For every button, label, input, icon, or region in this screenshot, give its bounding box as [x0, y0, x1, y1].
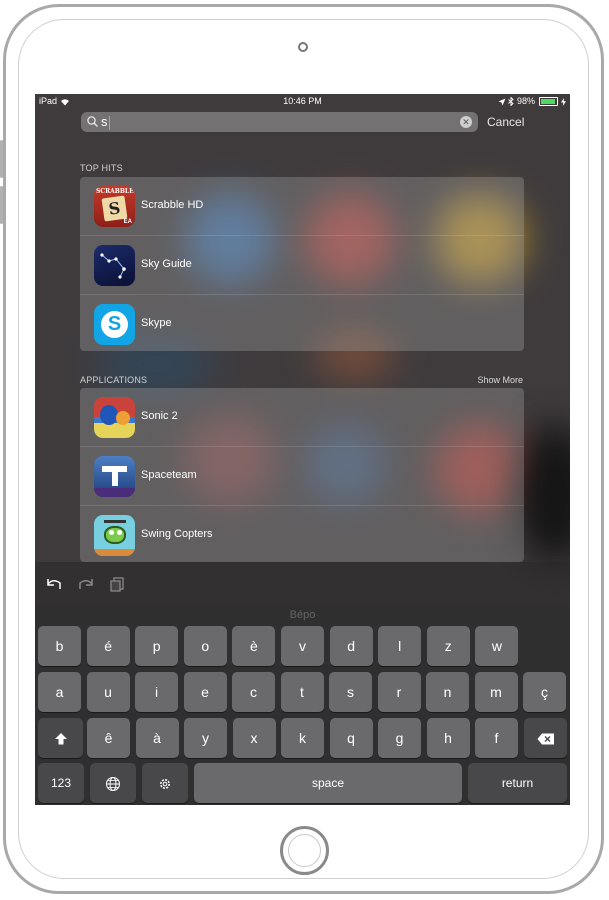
- letter-key[interactable]: s: [329, 672, 372, 712]
- result-label: Sonic 2: [141, 410, 178, 422]
- letter-key[interactable]: w: [475, 626, 519, 666]
- space-key[interactable]: space: [194, 763, 462, 803]
- letter-key[interactable]: l: [378, 626, 422, 666]
- search-input[interactable]: s: [101, 113, 441, 131]
- letter-key[interactable]: ê: [87, 718, 130, 758]
- letter-key[interactable]: e: [183, 672, 227, 712]
- letter-key[interactable]: f: [475, 718, 518, 758]
- shift-key[interactable]: [38, 718, 83, 758]
- letter-key[interactable]: x: [232, 718, 276, 758]
- screen: iPad 10:46 PM 98% s ✕ Cancel TOP HITS SC…: [35, 94, 570, 805]
- list-item[interactable]: Sonic 2: [80, 388, 524, 447]
- letter-key[interactable]: t: [280, 672, 324, 712]
- result-label: Sky Guide: [141, 258, 192, 270]
- list-item[interactable]: Swing Copters: [80, 506, 524, 562]
- letter-key[interactable]: y: [184, 718, 227, 758]
- search-field[interactable]: s ✕: [81, 112, 478, 132]
- spaceteam-app-icon: [94, 456, 135, 497]
- status-right: 98%: [498, 96, 566, 107]
- sky-guide-app-icon: [94, 245, 135, 286]
- result-label: Spaceteam: [141, 469, 197, 481]
- numbers-key[interactable]: 123: [38, 763, 84, 803]
- clear-icon[interactable]: ✕: [460, 116, 472, 128]
- redo-icon[interactable]: [77, 576, 95, 592]
- scrabble-app-icon: SCRABBLE S EA: [94, 186, 135, 227]
- letter-key[interactable]: h: [426, 718, 470, 758]
- result-label: Scrabble HD: [141, 199, 204, 211]
- paste-icon[interactable]: [109, 576, 127, 592]
- battery-icon: [539, 97, 559, 107]
- letter-key[interactable]: o: [183, 626, 227, 666]
- skype-app-icon: S: [94, 304, 135, 345]
- top-hits-header: TOP HITS: [80, 163, 123, 173]
- letter-key[interactable]: v: [281, 626, 324, 666]
- result-label: Swing Copters: [141, 528, 213, 540]
- letter-key[interactable]: u: [86, 672, 130, 712]
- search-icon: [87, 116, 98, 127]
- bluetooth-icon: [508, 96, 515, 107]
- show-more-link[interactable]: Show More: [477, 375, 523, 385]
- search-query: s: [101, 114, 108, 129]
- gear-icon: [160, 778, 170, 789]
- letter-key[interactable]: é: [86, 626, 130, 666]
- applications-header: APPLICATIONS: [80, 375, 148, 385]
- letter-key[interactable]: d: [329, 626, 373, 666]
- top-hits-list: SCRABBLE S EA Scrabble HD Sky Guide S Sk…: [80, 177, 524, 351]
- text-caret: [108, 115, 110, 130]
- result-label: Skype: [141, 317, 172, 329]
- letter-key[interactable]: c: [232, 672, 275, 712]
- backspace-key[interactable]: [524, 718, 567, 758]
- cancel-button[interactable]: Cancel: [487, 115, 524, 129]
- front-camera: [298, 42, 308, 52]
- sonic-app-icon: [94, 397, 135, 438]
- letter-key[interactable]: g: [378, 718, 421, 758]
- letter-key[interactable]: b: [38, 626, 81, 666]
- home-button[interactable]: [280, 826, 329, 875]
- settings-key[interactable]: [142, 763, 188, 803]
- location-arrow-icon: [498, 98, 506, 106]
- battery-percent: 98%: [516, 96, 535, 106]
- volume-button: [0, 140, 3, 178]
- letter-key[interactable]: a: [38, 672, 81, 712]
- letter-key[interactable]: à: [135, 718, 179, 758]
- keyboard-shortcut-bar: [35, 562, 570, 606]
- globe-key[interactable]: [90, 763, 136, 803]
- list-item[interactable]: Sky Guide: [80, 236, 524, 295]
- status-time: 10:46 PM: [283, 96, 322, 106]
- list-item[interactable]: SCRABBLE S EA Scrabble HD: [80, 177, 524, 236]
- status-bar: iPad 10:46 PM 98%: [35, 94, 570, 109]
- volume-button: [0, 186, 3, 224]
- applications-list: Sonic 2 Spaceteam Swing Copters: [80, 388, 524, 562]
- letter-key[interactable]: è: [232, 626, 276, 666]
- globe-icon: [106, 776, 120, 791]
- letter-key[interactable]: k: [281, 718, 324, 758]
- list-item[interactable]: Spaceteam: [80, 447, 524, 506]
- letter-key[interactable]: p: [135, 626, 179, 666]
- list-item[interactable]: S Skype: [80, 295, 524, 351]
- letter-key[interactable]: q: [329, 718, 373, 758]
- keyboard: Bépo bépoèvdlzw auiectsrnmç êàyxkqghf 12…: [35, 606, 570, 805]
- letter-key[interactable]: r: [377, 672, 421, 712]
- undo-icon[interactable]: [45, 576, 63, 592]
- charging-icon: [561, 97, 566, 106]
- letter-key[interactable]: z: [426, 626, 470, 666]
- letter-key[interactable]: n: [426, 672, 469, 712]
- letter-key[interactable]: m: [474, 672, 518, 712]
- swing-copters-app-icon: [94, 515, 135, 556]
- letter-key[interactable]: ç: [523, 672, 566, 712]
- keyboard-layout-name: Bépo: [289, 609, 316, 621]
- letter-key[interactable]: i: [135, 672, 178, 712]
- return-key[interactable]: return: [468, 763, 567, 803]
